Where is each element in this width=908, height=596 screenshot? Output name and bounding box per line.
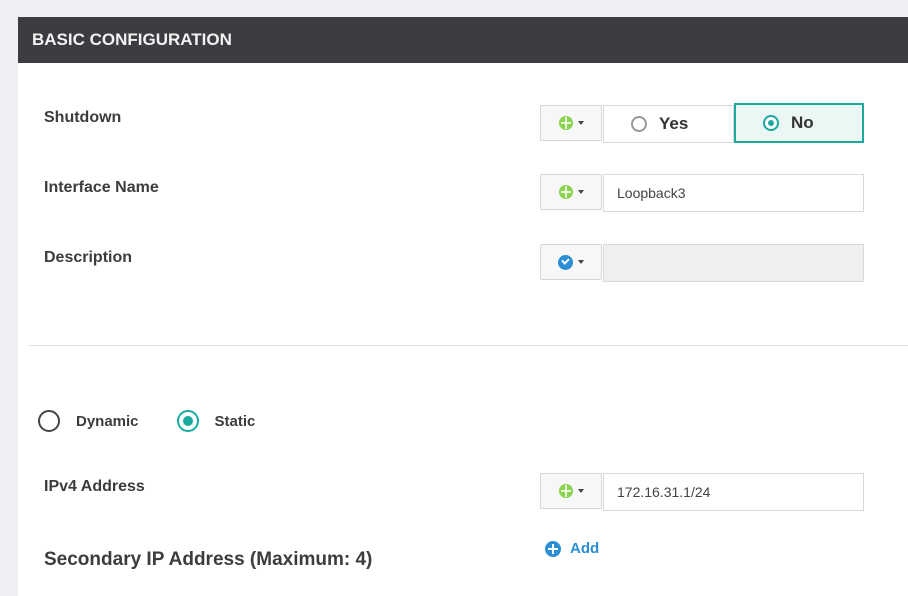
ipv4-address-label: IPv4 Address — [44, 478, 145, 495]
dynamic-radio[interactable] — [38, 410, 60, 432]
section-divider — [28, 345, 908, 346]
static-label[interactable]: Static — [215, 413, 256, 430]
no-label: No — [791, 113, 814, 132]
description-scope-dropdown[interactable] — [540, 244, 602, 280]
dynamic-label[interactable]: Dynamic — [76, 413, 139, 430]
secondary-ip-label: Secondary IP Address (Maximum: 4) — [44, 549, 373, 570]
shutdown-scope-dropdown[interactable] — [540, 105, 602, 141]
caret-down-icon — [577, 190, 584, 194]
check-circle-icon — [558, 254, 573, 270]
caret-down-icon — [578, 260, 584, 264]
interface-name-input[interactable]: Loopback3 — [603, 174, 864, 212]
yes-label: Yes — [659, 114, 689, 133]
no-radio[interactable] — [763, 115, 779, 131]
globe-icon — [558, 484, 573, 498]
static-radio[interactable] — [176, 410, 199, 432]
globe-icon — [558, 116, 573, 130]
add-label: Add — [570, 540, 600, 557]
ipv4-scope-dropdown[interactable] — [540, 473, 602, 509]
ipv4-address-input[interactable]: 172.16.31.1/24 — [603, 473, 864, 511]
address-mode-group: Dynamic Static — [38, 410, 255, 432]
shutdown-no-option[interactable]: No — [734, 103, 864, 143]
globe-icon — [558, 185, 573, 199]
basic-configuration-panel: BASIC CONFIGURATION Shutdown Yes No Inte… — [18, 17, 908, 596]
shutdown-yes-option[interactable]: Yes — [603, 105, 734, 143]
caret-down-icon — [577, 489, 584, 493]
description-input[interactable] — [603, 244, 864, 282]
plus-circle-icon — [545, 540, 561, 557]
interface-name-label: Interface Name — [44, 179, 159, 196]
description-label: Description — [44, 249, 133, 266]
add-secondary-ip-button[interactable]: Add — [545, 540, 599, 557]
section-header: BASIC CONFIGURATION — [18, 17, 908, 63]
caret-down-icon — [577, 121, 584, 125]
yes-radio[interactable] — [631, 116, 647, 132]
shutdown-label: Shutdown — [44, 109, 122, 126]
interface-name-scope-dropdown[interactable] — [540, 174, 602, 210]
